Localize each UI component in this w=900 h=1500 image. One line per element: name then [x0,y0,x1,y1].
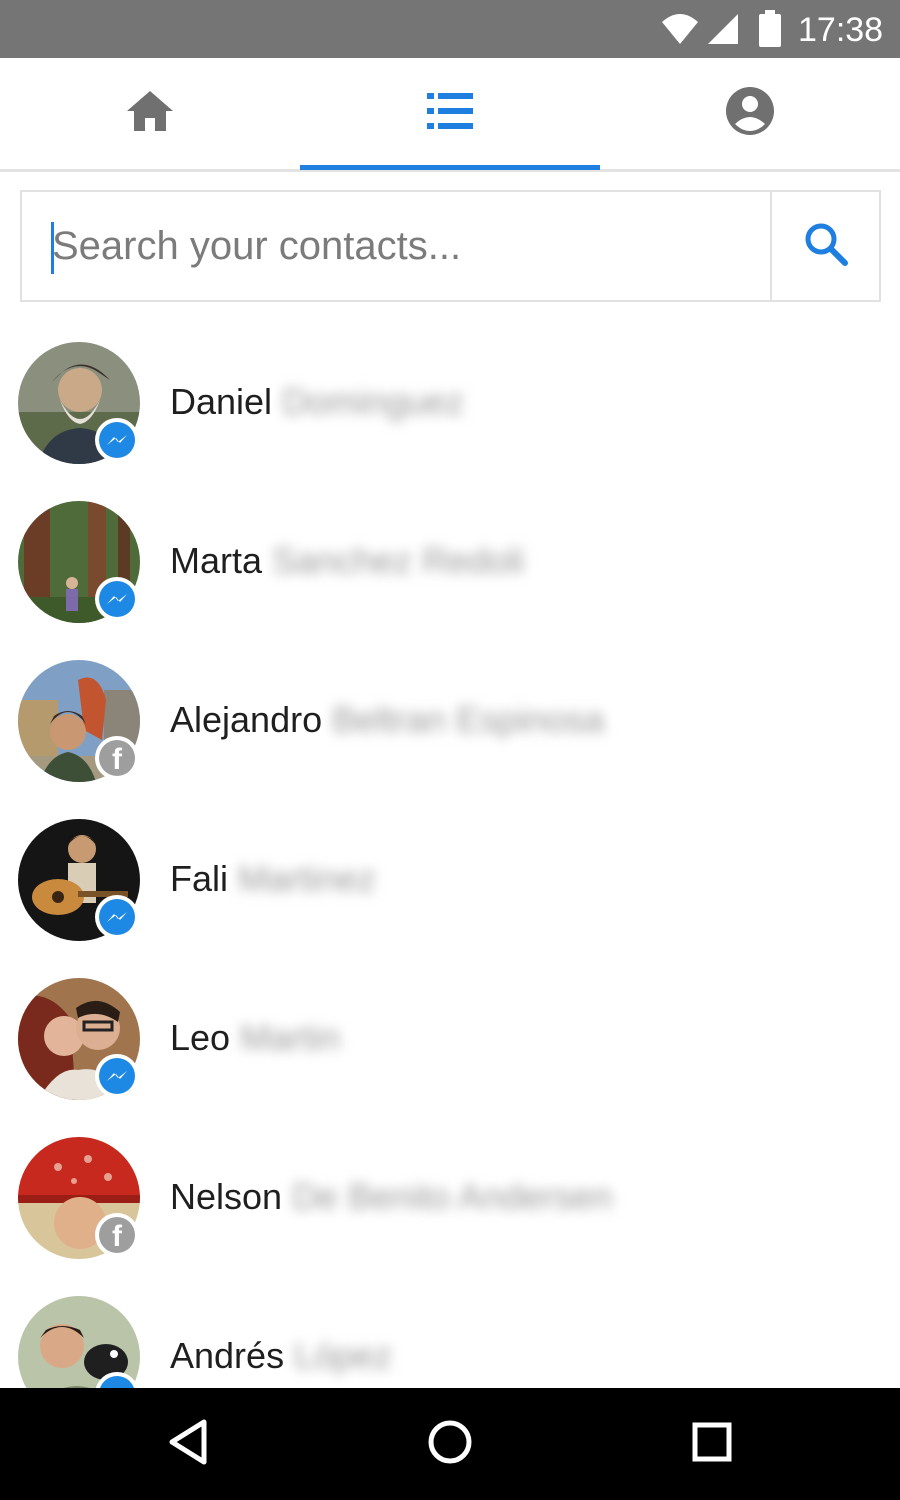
contact-last-name-blurred: Dominguez [282,381,465,422]
navigation-bar [0,1388,900,1500]
facebook-badge: f [95,736,139,780]
messenger-icon [99,422,135,458]
contact-name: Andrés López [170,1334,392,1378]
home-icon [125,89,175,138]
list-icon [427,91,473,136]
contact-row[interactable]: Andrés López [0,1276,900,1388]
status-clock: 17:38 [798,11,884,49]
tab-bar [0,58,900,172]
contact-row[interactable]: Marta Sanchez Redoli [0,481,900,640]
contact-name: Alejandro Beltran Espinosa [170,698,604,742]
contact-first-name: Andrés [170,1335,285,1376]
recents-button[interactable] [680,1412,744,1476]
facebook-badge: f [95,1213,139,1257]
wifi-icon [660,12,700,51]
contact-last-name-blurred: De Benito Andersen [292,1176,613,1217]
home-circle-icon [426,1418,474,1471]
contact-row[interactable]: Fali Martinez [0,799,900,958]
recents-icon [690,1420,734,1469]
messenger-icon [99,899,135,935]
contact-first-name: Alejandro [170,699,323,740]
tab-profile[interactable] [600,58,900,169]
contact-name: Leo Martin [170,1016,340,1060]
contact-name: Marta Sanchez Redoli [170,539,524,583]
home-button[interactable] [418,1412,482,1476]
contact-row[interactable]: Leo Martin [0,958,900,1117]
status-bar: 17:38 [0,0,900,58]
search-bar [20,190,881,302]
contact-first-name: Leo [170,1017,231,1058]
contact-row[interactable]: f Alejandro Beltran Espinosa [0,640,900,799]
contact-last-name-blurred: Martinez [238,858,377,899]
search-button[interactable] [772,192,879,300]
messenger-badge [95,418,139,462]
contact-list: Daniel Dominguez Marta Sanchez Redoli f … [0,322,900,1388]
back-icon [166,1418,210,1471]
contact-first-name: Fali [170,858,229,899]
contact-last-name-blurred: Beltran Espinosa [332,699,605,740]
messenger-icon [99,1376,135,1388]
contact-first-name: Marta [170,540,263,581]
contact-last-name-blurred: Sanchez Redoli [272,540,525,581]
tab-home[interactable] [0,58,300,169]
search-icon [804,222,848,271]
contact-last-name-blurred: López [294,1335,393,1376]
facebook-icon: f [99,740,135,776]
search-input[interactable] [22,192,770,300]
messenger-badge [95,895,139,939]
messenger-badge [95,1054,139,1098]
contact-row[interactable]: f Nelson De Benito Andersen [0,1117,900,1276]
contact-name: Daniel Dominguez [170,380,464,424]
messenger-icon [99,581,135,617]
battery-icon [758,10,782,53]
messenger-icon [99,1058,135,1094]
text-cursor [51,222,54,274]
signal-icon [706,12,740,51]
contact-row[interactable]: Daniel Dominguez [0,322,900,481]
contact-last-name-blurred: Martin [240,1017,341,1058]
contact-name: Fali Martinez [170,857,376,901]
facebook-icon: f [99,1217,135,1253]
contact-first-name: Nelson [170,1176,283,1217]
contact-first-name: Daniel [170,381,273,422]
tab-contacts[interactable] [300,58,600,170]
contact-name: Nelson De Benito Andersen [170,1175,612,1219]
account-circle-icon [725,86,775,141]
back-button[interactable] [156,1412,220,1476]
messenger-badge [95,577,139,621]
